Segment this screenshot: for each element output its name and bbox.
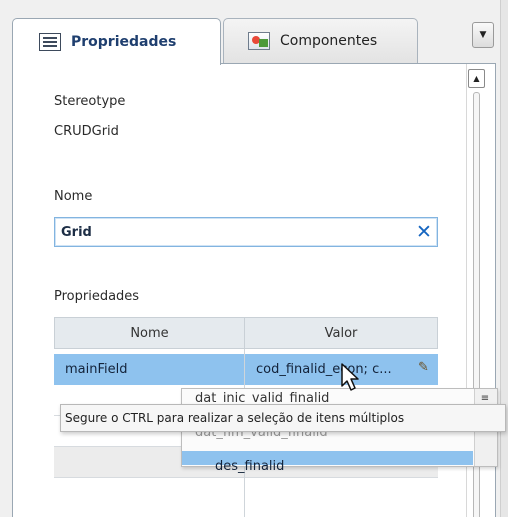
column-header-nome[interactable]: Nome [54,317,245,349]
components-icon [248,32,270,50]
table-row[interactable]: mainField cod_finalid_econ; c... ✎ [54,354,438,385]
name-label: Nome [54,189,93,204]
tab-componentes[interactable]: Componentes [223,18,418,63]
properties-label: Propriedades [54,289,140,304]
list-menu-icon[interactable]: ≡ [479,391,491,405]
triangle-down-icon: ▼ [479,30,487,40]
stereotype-label: Stereotype [54,94,126,109]
column-header-valor[interactable]: Valor [244,317,438,349]
tab-propriedades[interactable]: Propriedades [12,18,221,65]
window-edge [500,0,508,517]
table-row[interactable] [54,478,438,517]
tab-menu-button[interactable]: ▼ [472,22,494,48]
name-input-value: Grid [61,224,92,240]
triangle-up-icon: ▲ [473,74,480,83]
tab-label: Propriedades [71,34,177,50]
pencil-icon[interactable]: ✎ [418,360,432,378]
tooltip: Segure o CTRL para realizar a seleção de… [60,404,506,432]
name-input[interactable]: Grid [54,217,438,247]
mouse-pointer-icon [341,363,359,391]
scroll-up-button[interactable]: ▲ [468,69,485,88]
row-name: mainField [65,362,128,377]
stereotype-value: CRUDGrid [54,124,119,139]
tab-label: Componentes [280,33,378,49]
row-value[interactable]: cod_finalid_econ; c... [256,354,416,385]
list-item[interactable]: des_finalid [215,459,284,474]
clear-icon[interactable]: ✕ [414,221,434,243]
properties-icon [39,33,61,51]
